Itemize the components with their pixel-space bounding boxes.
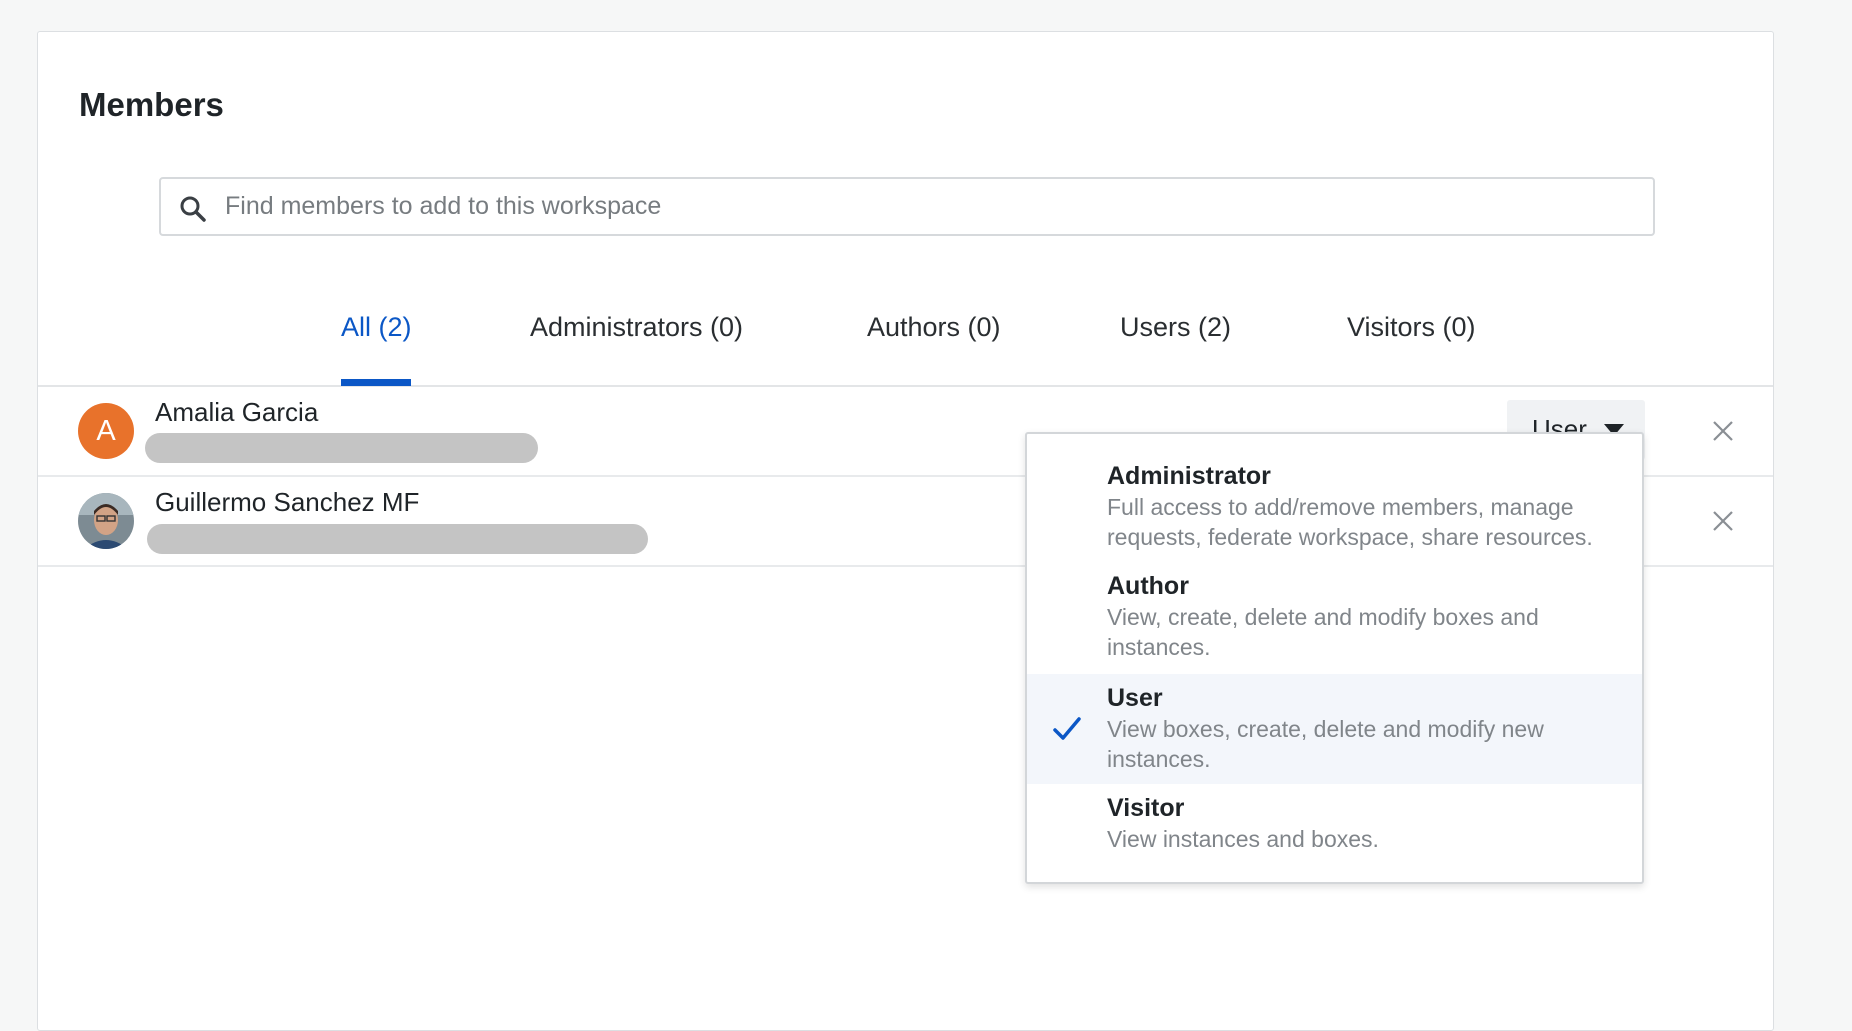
role-option-description: View boxes, create, delete and modify ne… — [1107, 716, 1544, 772]
role-option-administrator[interactable]: Administrator Full access to add/remove … — [1027, 434, 1642, 550]
avatar-photo-icon — [78, 493, 134, 549]
avatar: A — [78, 403, 134, 459]
role-option-user[interactable]: User View boxes, create, delete and modi… — [1027, 674, 1642, 784]
avatar — [78, 493, 134, 549]
role-tabs: All (2) Administrators (0) Authors (0) U… — [38, 302, 1773, 387]
role-option-title: Author — [1107, 572, 1189, 600]
tab-visitors[interactable]: Visitors (0) — [1347, 312, 1476, 343]
member-search-box[interactable] — [159, 177, 1655, 236]
member-name: Amalia Garcia — [155, 397, 319, 427]
role-option-visitor[interactable]: Visitor View instances and boxes. — [1027, 784, 1642, 884]
active-tab-indicator — [341, 379, 411, 386]
role-option-title: User — [1107, 684, 1163, 712]
tab-users[interactable]: Users (2) — [1120, 312, 1231, 343]
search-icon — [180, 196, 206, 222]
tab-authors[interactable]: Authors (0) — [867, 312, 1001, 343]
role-option-description: View, create, delete and modify boxes an… — [1107, 604, 1539, 660]
close-icon[interactable] — [1711, 419, 1735, 443]
tab-all[interactable]: All (2) — [341, 312, 412, 343]
role-option-author[interactable]: Author View, create, delete and modify b… — [1027, 544, 1642, 660]
search-input[interactable] — [225, 179, 1625, 234]
role-option-title: Visitor — [1107, 794, 1185, 822]
member-name: Guillermo Sanchez MF — [155, 487, 420, 517]
role-option-description: View instances and boxes. — [1107, 826, 1379, 852]
close-icon[interactable] — [1711, 509, 1735, 533]
redacted-email — [147, 524, 648, 554]
role-option-title: Administrator — [1107, 462, 1271, 490]
role-option-description: Full access to add/remove members, manag… — [1107, 494, 1593, 550]
role-dropdown-menu: Administrator Full access to add/remove … — [1025, 432, 1644, 884]
redacted-email — [145, 433, 538, 463]
page-title: Members — [79, 86, 224, 123]
tab-administrators[interactable]: Administrators (0) — [530, 312, 743, 343]
checkmark-icon — [1053, 717, 1081, 740]
